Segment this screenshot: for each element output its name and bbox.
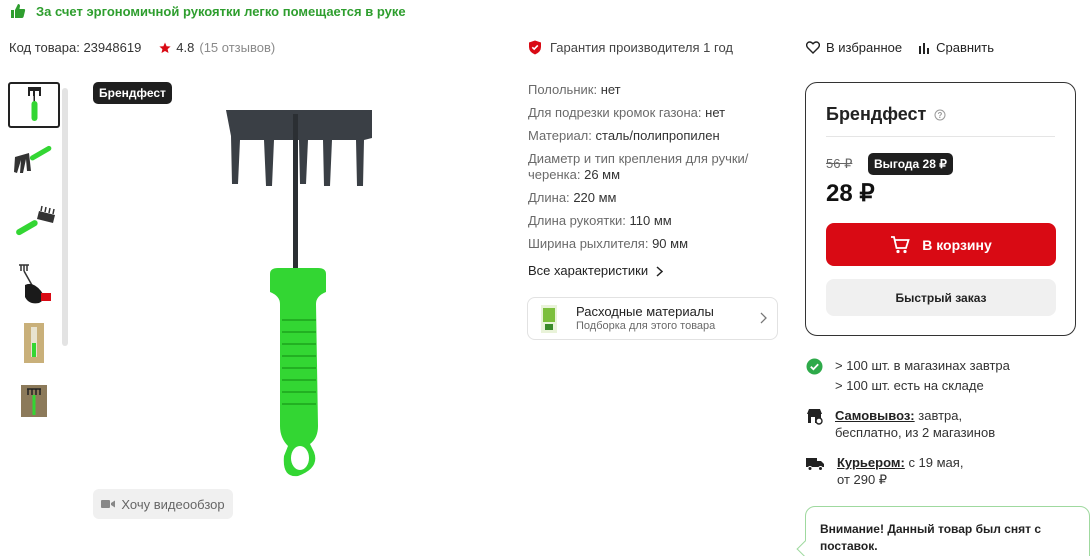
consumables-card[interactable]: Расходные материалы Подборка для этого т… — [527, 297, 778, 340]
spec-item: Диаметр и тип крепления для ручки/черенк… — [528, 151, 749, 182]
video-review-label: Хочу видеообзор — [121, 496, 225, 512]
rake-photo-thumbnail-icon — [21, 385, 47, 417]
thumbnail-4[interactable] — [8, 262, 60, 308]
rake-thumbnail-icon — [16, 205, 55, 236]
chevron-right-icon — [760, 312, 767, 324]
courier-link[interactable]: Курьером: — [837, 455, 905, 470]
rake-in-hand-thumbnail-icon — [19, 264, 51, 304]
product-image[interactable] — [222, 106, 374, 482]
spec-item: Полольник: нет — [528, 82, 621, 97]
notice-pointer — [796, 540, 814, 556]
check-circle-icon — [806, 358, 823, 375]
quick-order-button[interactable]: Быстрый заказ — [826, 279, 1056, 316]
spec-item: Для подрезки кромок газона: нет — [528, 105, 726, 120]
compare-button[interactable]: Сравнить — [918, 40, 994, 55]
specs-list: Полольник: нет Для подрезки кромок газон… — [528, 82, 778, 279]
cart-icon — [891, 235, 910, 253]
spec-item: Длина: 220 мм — [528, 190, 617, 205]
add-to-cart-button[interactable]: В корзину — [826, 223, 1056, 266]
quick-order-label: Быстрый заказ — [895, 290, 987, 305]
thumbnail-gallery — [8, 82, 68, 422]
promo-text: За счет эргономичной рукоятки легко поме… — [36, 3, 406, 19]
pickup-text: Самовывоз: завтра, бесплатно, из 2 магаз… — [835, 407, 995, 441]
buy-box: Брендфест ? 56 ₽ Выгода 28 ₽ 28 ₽ В корз… — [805, 82, 1076, 336]
availability-stores: > 100 шт. в магазинах завтра — [835, 358, 1010, 373]
courier-text: Курьером: с 19 мая, от 290 ₽ — [837, 454, 963, 488]
favorite-label: В избранное — [826, 40, 903, 55]
pickup-when: завтра, — [918, 408, 963, 423]
pickup-info: Самовывоз: завтра, бесплатно, из 2 магаз… — [806, 407, 995, 441]
shield-icon — [529, 40, 541, 55]
spec-item: Длина рукоятки: 110 мм — [528, 213, 672, 228]
notice-text: Внимание! Данный товар был снят с постав… — [820, 522, 1042, 553]
svg-text:?: ? — [938, 111, 943, 120]
availability-text: > 100 шт. в магазинах завтра > 100 шт. е… — [835, 356, 1010, 396]
brand-name[interactable]: Брендфест — [826, 104, 926, 125]
promo-banner: За счет эргономичной рукоятки легко поме… — [10, 3, 406, 19]
guarantee-text: Гарантия производителя 1 год — [550, 40, 733, 55]
reviews-count[interactable]: (15 отзывов) — [199, 40, 275, 55]
spec-item: Материал: сталь/полипропилен — [528, 128, 720, 143]
packaged-rake-thumbnail-icon — [24, 323, 44, 363]
consumables-title: Расходные материалы — [576, 303, 714, 319]
all-specs-label: Все характеристики — [528, 263, 649, 278]
old-price: 56 ₽ — [826, 156, 853, 171]
help-circle-icon[interactable]: ? — [934, 109, 946, 121]
rating-value: 4.8 — [176, 40, 195, 55]
consumables-text: Расходные материалы Подборка для этого т… — [576, 304, 715, 334]
courier-when: с 19 мая, — [908, 455, 964, 470]
courier-info: Курьером: с 19 мая, от 290 ₽ — [806, 454, 963, 488]
buybox-brand: Брендфест ? — [826, 104, 946, 125]
product-actions: В избранное Сравнить — [806, 40, 994, 55]
rake-thumbnail-icon — [28, 87, 41, 121]
discontinued-notice: Внимание! Данный товар был снят с постав… — [796, 506, 1090, 556]
thumbs-up-icon — [11, 4, 26, 18]
consumables-subtitle: Подборка для этого товара — [576, 319, 716, 332]
thumbnail-5[interactable] — [8, 320, 60, 366]
rating[interactable]: 4.8 (15 отзывов) — [159, 40, 275, 55]
thumbnail-6[interactable] — [8, 378, 60, 424]
pickup-detail: бесплатно, из 2 магазинов — [835, 425, 996, 440]
thumbnail-1[interactable] — [8, 82, 60, 128]
star-icon — [159, 42, 171, 53]
courier-price: от 290 ₽ — [837, 472, 888, 487]
guarantee: Гарантия производителя 1 год — [528, 40, 733, 55]
compare-label: Сравнить — [936, 40, 995, 55]
availability: > 100 шт. в магазинах завтра > 100 шт. е… — [806, 356, 1010, 396]
rake-thumbnail-icon — [14, 145, 52, 173]
heart-icon — [806, 41, 820, 54]
favorite-button[interactable]: В избранное — [806, 40, 902, 55]
spec-item: Ширина рыхлителя: 90 мм — [528, 236, 689, 251]
divider — [826, 136, 1055, 137]
store-pickup-icon — [807, 409, 823, 425]
thumbnail-2[interactable] — [8, 140, 60, 186]
add-to-cart-label: В корзину — [922, 236, 992, 253]
product-code: Код товара: 23948619 — [9, 40, 142, 55]
chevron-right-icon — [656, 265, 664, 277]
all-specs-link[interactable]: Все характеристики — [528, 263, 778, 279]
truck-icon — [806, 458, 824, 471]
current-price: 28 ₽ — [826, 180, 875, 207]
thumbnail-scrollbar[interactable] — [62, 88, 68, 346]
product-meta: Код товара: 23948619 4.8 (15 отзывов) — [9, 40, 275, 55]
availability-warehouse: > 100 шт. есть на складе — [835, 378, 984, 393]
consumables-thumbnail-icon — [541, 304, 557, 333]
compare-bars-icon — [919, 42, 930, 54]
brand-tag: Брендфест — [93, 82, 172, 104]
benefit-badge: Выгода 28 ₽ — [868, 153, 953, 175]
video-review-button[interactable]: Хочу видеообзор — [93, 489, 233, 519]
pickup-link[interactable]: Самовывоз: — [835, 408, 915, 423]
video-camera-icon — [101, 500, 116, 508]
thumbnail-3[interactable] — [8, 202, 60, 248]
